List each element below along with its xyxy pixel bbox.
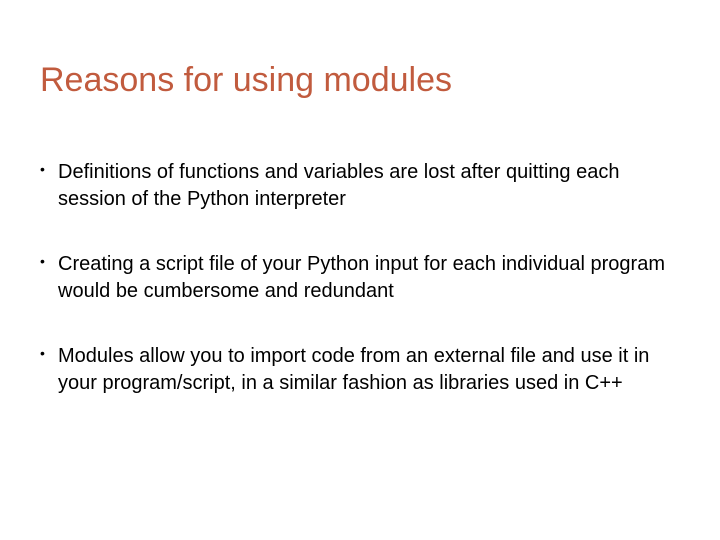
- slide-title: Reasons for using modules: [40, 60, 680, 101]
- list-item: Modules allow you to import code from an…: [40, 343, 680, 397]
- slide: Reasons for using modules Definitions of…: [0, 0, 720, 540]
- list-item: Creating a script file of your Python in…: [40, 251, 680, 305]
- bullet-list: Definitions of functions and variables a…: [40, 159, 680, 397]
- list-item: Definitions of functions and variables a…: [40, 159, 680, 213]
